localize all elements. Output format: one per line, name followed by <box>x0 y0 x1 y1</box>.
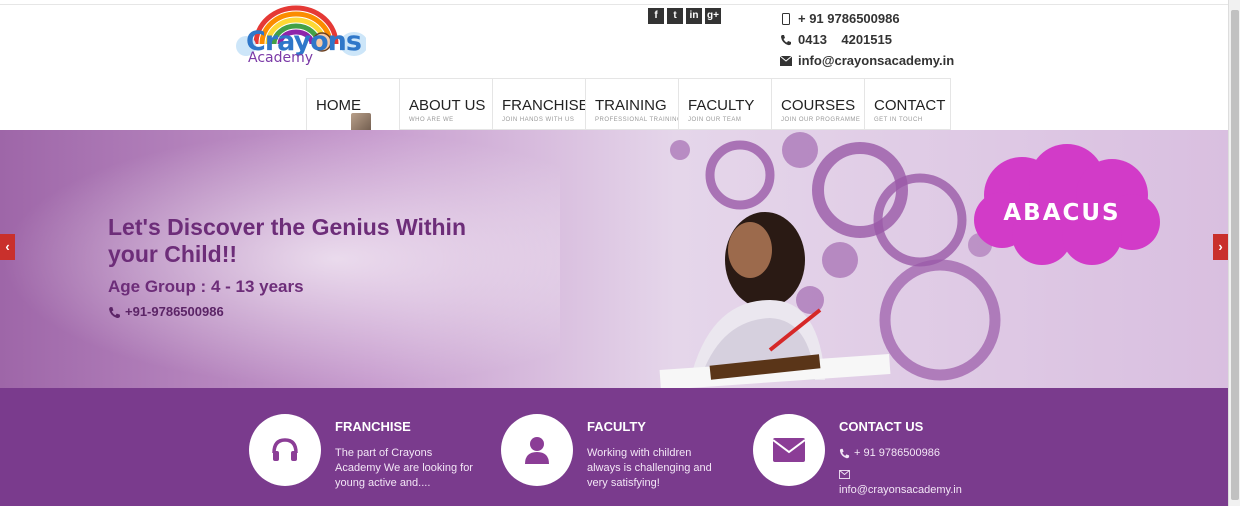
nav-label-contact: CONTACT <box>874 97 946 114</box>
logo-sub-text: Academy <box>248 50 314 66</box>
headset-icon <box>249 414 321 486</box>
hero-phone-number: +91-9786500986 <box>125 304 224 319</box>
scrollbar-thumb[interactable] <box>1231 10 1239 500</box>
facebook-icon[interactable]: f <box>648 8 664 24</box>
feature-contact-phone-row: + 91 9786500986 <box>839 447 940 459</box>
nav-sub-courses: JOIN OUR PROGRAMME <box>781 117 861 123</box>
email-row: info@crayonsacademy.in <box>780 50 954 71</box>
nav-sub-training: PROFESSIONAL TRAINING <box>595 117 683 123</box>
feature-franchise-title: FRANCHISE <box>335 419 411 434</box>
feature-contact-email-icon-row <box>839 470 850 479</box>
hero-phone: +91-9786500986 <box>108 305 224 319</box>
main-nav: HOME ABOUT US WHO ARE WE FRANCHISE JOIN … <box>306 78 951 144</box>
feature-franchise-text: The part of Crayons Academy We are looki… <box>335 447 473 489</box>
abacus-badge-text: ABACUS <box>1003 200 1121 226</box>
mobile-icon <box>780 12 792 25</box>
feature-faculty[interactable]: FACULTY Working with children always is … <box>501 388 751 506</box>
abacus-badge: ABACUS <box>962 140 1162 270</box>
nav-item-about-us[interactable]: ABOUT US WHO ARE WE <box>399 78 492 130</box>
linkedin-icon[interactable]: in <box>686 8 702 24</box>
nav-sub-faculty: JOIN OUR TEAM <box>688 117 742 123</box>
feature-contact[interactable]: CONTACT US + 91 9786500986 info@crayonsa… <box>753 388 1003 506</box>
hero-title: Let's Discover the Genius Within your Ch… <box>108 214 466 267</box>
phone-icon <box>839 448 850 458</box>
nav-sub-contact: GET IN TOUCH <box>874 117 923 123</box>
nav-item-contact[interactable]: CONTACT GET IN TOUCH <box>864 78 951 130</box>
nav-item-franchise[interactable]: FRANCHISE JOIN HANDS WITH US <box>492 78 589 130</box>
feature-contact-title: CONTACT US <box>839 419 924 434</box>
crayons-logo[interactable]: Crayons Academy <box>236 4 368 76</box>
phone-icon <box>780 34 792 46</box>
hero-slider: ABACUS Let's Discover the Genius Within … <box>0 130 1228 388</box>
feature-faculty-title: FACULTY <box>587 419 646 434</box>
nav-label-courses: COURSES <box>781 97 856 114</box>
envelope-icon <box>839 470 850 479</box>
feature-contact-email[interactable]: info@crayonsacademy.in <box>839 484 962 496</box>
nav-item-courses[interactable]: COURSES JOIN OUR PROGRAMME <box>771 78 864 130</box>
mobile-row: + 91 9786500986 <box>780 8 954 29</box>
slider-next-button[interactable]: › <box>1213 234 1228 260</box>
header-phone: 0413 4201515 <box>798 32 892 47</box>
googleplus-icon[interactable]: g+ <box>705 8 721 24</box>
nav-item-faculty[interactable]: FACULTY JOIN OUR TEAM <box>678 78 771 130</box>
phone-row: 0413 4201515 <box>780 29 954 50</box>
page-scrollbar[interactable] <box>1228 0 1240 506</box>
header-email[interactable]: info@crayonsacademy.in <box>798 53 954 68</box>
child-with-abacus-image <box>659 212 891 388</box>
nav-label-franchise: FRANCHISE <box>502 97 589 114</box>
features-strip: FRANCHISE The part of Crayons Academy We… <box>0 388 1228 506</box>
header-contact: + 91 9786500986 0413 4201515 info@crayon… <box>780 8 954 71</box>
hero-age-group: Age Group : 4 - 13 years <box>108 277 304 296</box>
top-border <box>0 0 1228 5</box>
phone-icon <box>109 306 120 318</box>
feature-faculty-text: Working with children always is challeng… <box>587 447 712 489</box>
twitter-icon[interactable]: t <box>667 8 683 24</box>
nav-item-training[interactable]: TRAINING PROFESSIONAL TRAINING <box>585 78 683 130</box>
user-icon <box>501 414 573 486</box>
feature-contact-email-row: info@crayonsacademy.in <box>839 484 962 496</box>
nav-label-about-us: ABOUT US <box>409 97 486 114</box>
nav-label-training: TRAINING <box>595 97 667 114</box>
envelope-icon <box>780 55 792 66</box>
feature-franchise[interactable]: FRANCHISE The part of Crayons Academy We… <box>249 388 499 506</box>
nav-sub-about-us: WHO ARE WE <box>409 117 454 123</box>
nav-sub-franchise: JOIN HANDS WITH US <box>502 117 575 123</box>
nav-label-faculty: FACULTY <box>688 97 755 114</box>
social-links: f t in g+ <box>648 8 721 24</box>
slider-prev-button[interactable]: ‹ <box>0 234 15 260</box>
header-mobile: + 91 9786500986 <box>798 11 900 26</box>
page: Crayons Academy f t in g+ + 91 978650098… <box>0 0 1240 506</box>
nav-label-home: HOME <box>316 97 361 114</box>
feature-contact-phone: + 91 9786500986 <box>854 447 940 459</box>
envelope-icon <box>753 414 825 486</box>
